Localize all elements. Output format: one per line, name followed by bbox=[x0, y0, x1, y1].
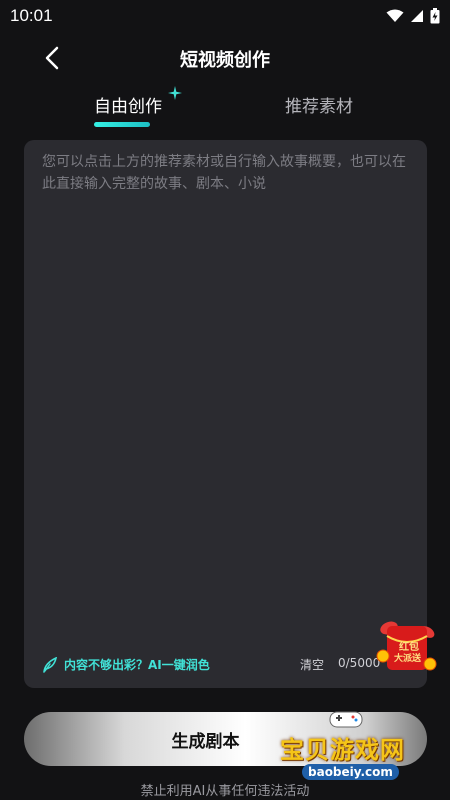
sparkle-icon bbox=[168, 86, 182, 100]
page-title: 短视频创作 bbox=[180, 50, 270, 71]
battery-icon bbox=[430, 8, 440, 24]
status-bar: 10:01 bbox=[0, 0, 450, 32]
red-packet-promo[interactable]: 红包 大派送 bbox=[375, 618, 437, 676]
wifi-icon bbox=[386, 9, 404, 22]
tab-recommended-material[interactable]: 推荐素材 bbox=[285, 92, 353, 117]
char-count: 0/5000 bbox=[338, 656, 381, 670]
status-icons bbox=[386, 8, 440, 24]
signal-icon bbox=[411, 10, 423, 22]
status-time: 10:01 bbox=[10, 6, 53, 25]
clear-button[interactable]: 清空 bbox=[300, 656, 324, 673]
tab-active-indicator bbox=[94, 122, 150, 127]
footer-disclaimer: 禁止利用AI从事任何违法活动 bbox=[140, 784, 310, 799]
nav-bar: 短视频创作 bbox=[0, 36, 450, 80]
watermark-url: baobeiy.com bbox=[302, 764, 399, 780]
story-input-placeholder: 您可以点击上方的推荐素材或自行输入故事概要，也可以在此直接输入完整的故事、剧本、… bbox=[42, 154, 406, 192]
story-input[interactable]: 您可以点击上方的推荐素材或自行输入故事概要，也可以在此直接输入完整的故事、剧本、… bbox=[24, 140, 427, 688]
red-packet-label-2: 大派送 bbox=[394, 654, 422, 664]
ai-polish-button[interactable]: 内容不够出彩？AI一键润色 bbox=[42, 656, 210, 673]
tab-bar: 自由创作 推荐素材 bbox=[0, 86, 450, 132]
ai-polish-label: 内容不够出彩？AI一键润色 bbox=[64, 658, 210, 672]
generate-script-label: 生成剧本 bbox=[171, 731, 240, 752]
gamepad-icon bbox=[329, 711, 363, 728]
site-watermark: 宝贝游戏网 baobeiy.com bbox=[280, 711, 430, 782]
leaf-icon bbox=[43, 656, 58, 673]
watermark-title: 宝贝游戏网 bbox=[280, 736, 405, 764]
tab-free-creation[interactable]: 自由创作 bbox=[94, 92, 162, 117]
